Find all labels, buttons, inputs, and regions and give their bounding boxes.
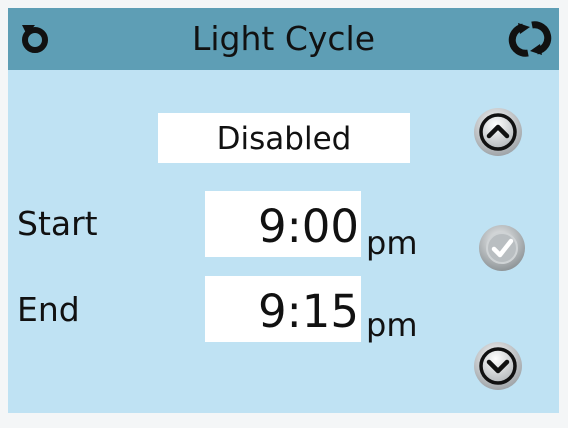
checkmark-icon [479,225,525,271]
confirm-button[interactable] [476,222,528,274]
start-label: Start [17,204,98,243]
header-bar: Light Cycle [8,8,559,70]
chevron-down-icon [474,342,522,390]
light-cycle-screen: Light Cycle Disabled Start 9:00 pm End 9… [8,8,559,413]
start-time-field[interactable]: 9:00 [205,191,361,257]
end-ampm: pm [366,306,418,344]
start-ampm: pm [366,224,418,262]
chevron-up-icon [474,108,522,156]
back-arrow-icon[interactable] [18,21,52,55]
end-time-field[interactable]: 9:15 [205,276,361,342]
status-value-field[interactable]: Disabled [158,113,410,163]
refresh-icon[interactable] [506,21,554,57]
down-button[interactable] [472,340,524,392]
end-label: End [17,290,80,329]
page-title: Light Cycle [191,19,376,58]
up-button[interactable] [472,106,524,158]
